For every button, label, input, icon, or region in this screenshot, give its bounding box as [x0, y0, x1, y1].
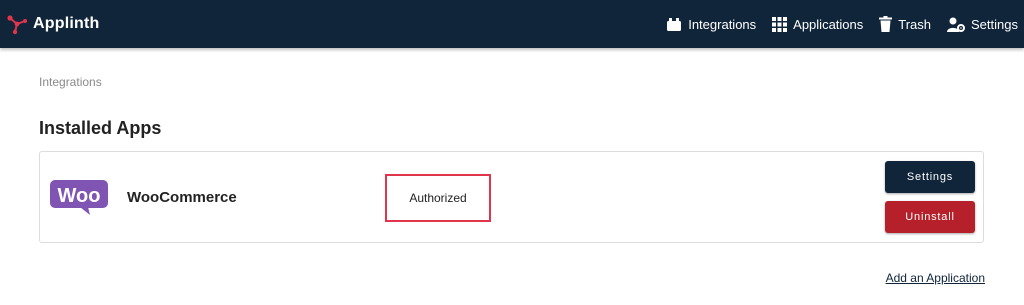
nav-settings[interactable]: Settings	[947, 17, 1018, 32]
woocommerce-logo-icon: Woo	[50, 180, 108, 215]
brand-name: Applinth	[33, 15, 100, 32]
status-text: Authorized	[409, 191, 467, 205]
trash-icon	[879, 16, 893, 32]
brand[interactable]: Applinth	[7, 12, 99, 36]
nav-settings-label: Settings	[971, 16, 1018, 32]
add-application-link[interactable]: Add an Application	[886, 271, 985, 285]
app-name: WooCommerce	[127, 189, 237, 206]
breadcrumb: Integrations	[39, 75, 102, 89]
main-nav: Integrations Applications Trash Settings	[666, 0, 1018, 48]
user-settings-icon	[947, 17, 966, 32]
page-title: Installed Apps	[39, 118, 162, 138]
top-navbar: Applinth Integrations Applications Trash…	[0, 0, 1024, 48]
uninstall-button[interactable]: Uninstall	[885, 201, 975, 233]
svg-text:Woo: Woo	[58, 185, 101, 207]
installed-app-card: Woo WooCommerce Authorized Settings Unin…	[39, 151, 984, 243]
nav-applications-label: Applications	[793, 16, 864, 32]
nav-integrations-label: Integrations	[688, 16, 757, 32]
status-highlight-box: Authorized	[385, 174, 491, 222]
nav-applications[interactable]: Applications	[772, 16, 864, 32]
nav-trash[interactable]: Trash	[879, 16, 931, 32]
integrations-icon	[667, 17, 682, 31]
applinth-logo-icon	[7, 15, 27, 35]
nav-integrations[interactable]: Integrations	[666, 17, 756, 32]
nav-trash-label: Trash	[898, 16, 932, 32]
grid-icon	[772, 16, 788, 32]
app-settings-button[interactable]: Settings	[885, 161, 975, 193]
